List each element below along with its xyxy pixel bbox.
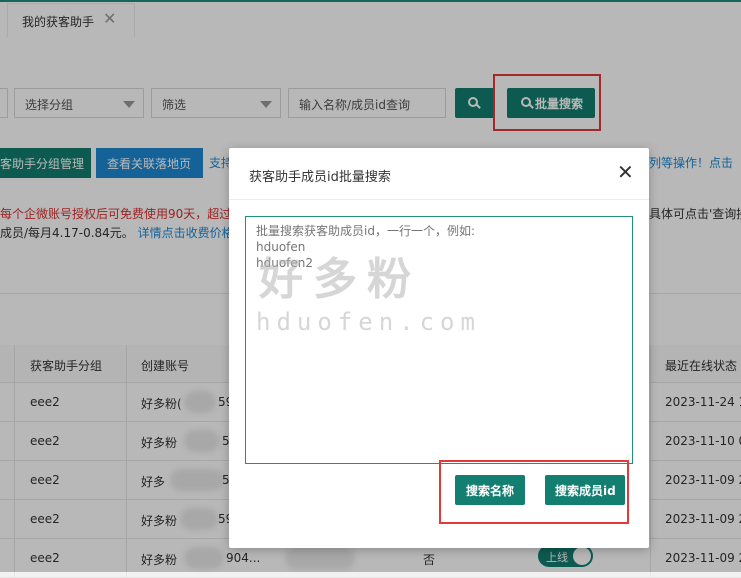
watermark-domain: hduofen.com — [256, 308, 481, 336]
bulk-search-dialog: 获客助手成员id批量搜索 ✕ 好多粉 hduofen.com 搜索名称 搜索成员… — [229, 148, 649, 548]
close-icon[interactable]: ✕ — [617, 160, 634, 184]
highlight-box — [439, 460, 629, 524]
divider — [229, 199, 649, 200]
dialog-title: 获客助手成员id批量搜索 — [249, 170, 391, 185]
watermark-brand: 好多粉 — [259, 254, 421, 305]
